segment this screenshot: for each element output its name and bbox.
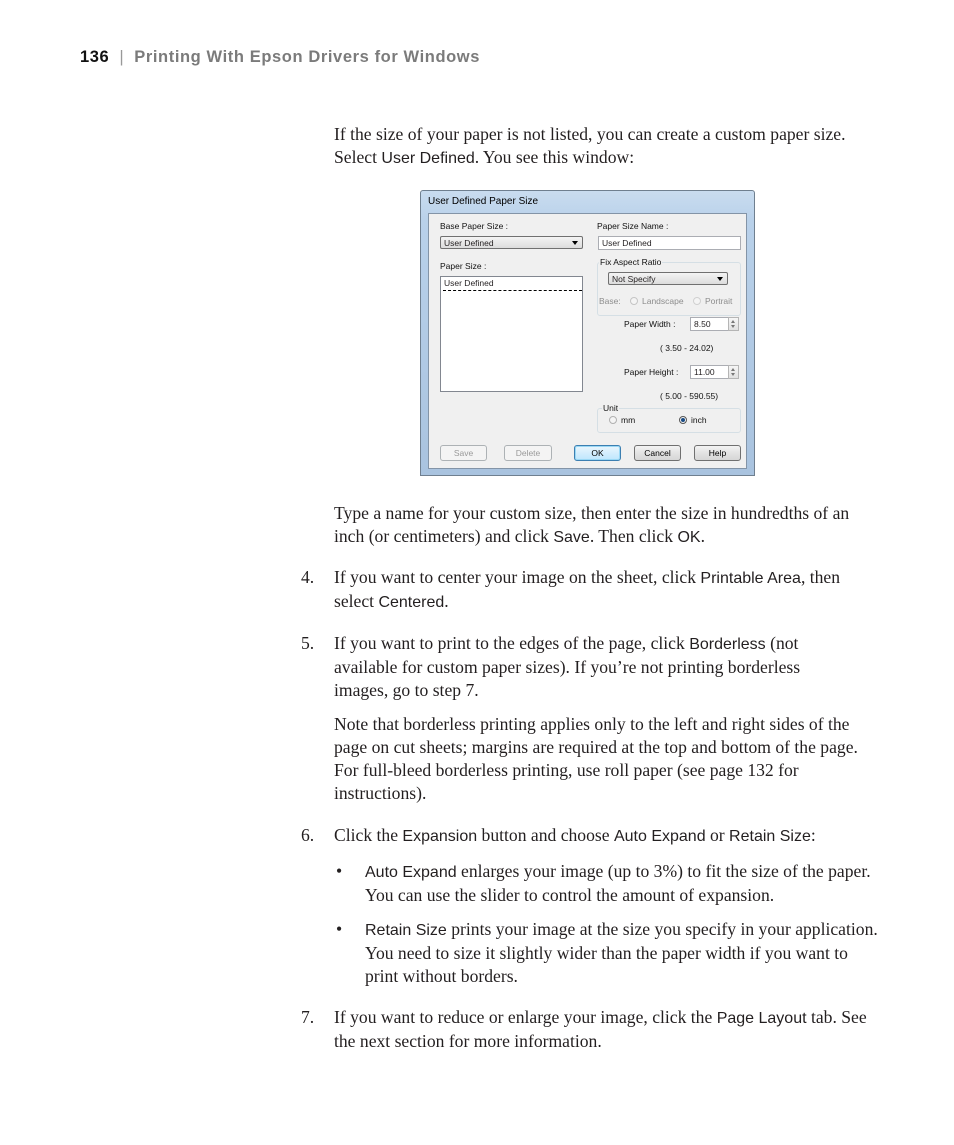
instructions-paragraph: Type a name for your custom size, then e… [334,502,879,549]
ui-term: OK [677,529,701,546]
step-number: 7. [301,1007,315,1027]
fix-aspect-ratio-dropdown[interactable]: Not Specify [608,272,728,285]
paper-height-label: Paper Height : [624,367,679,377]
ui-term: Printable Area [700,570,801,587]
paper-width-spinner[interactable] [728,317,739,331]
bullet-icon: • [336,919,343,939]
ui-term: User Defined [381,150,475,167]
paper-height-input[interactable]: 11.00 [690,365,730,379]
page-number: 136 [80,48,110,66]
ui-term: Retain Size [729,828,811,845]
help-button[interactable]: Help [694,445,741,461]
paper-height-spinner[interactable] [728,365,739,379]
portrait-label: Portrait [705,296,733,306]
chapter-title: Printing With Epson Drivers for Windows [134,48,481,66]
fix-aspect-ratio-label: Fix Aspect Ratio [599,257,663,267]
unit-mm-radio[interactable] [609,416,617,424]
landscape-label: Landscape [642,296,684,306]
paper-size-list-item[interactable]: User Defined [443,278,582,291]
dialog-title: User Defined Paper Size [428,196,539,207]
ui-term: Borderless [689,636,766,653]
arrow-down-icon [731,373,735,376]
body-text: . [444,591,449,611]
step-7-text: If you want to reduce or enlarge your im… [334,1006,884,1053]
intro-paragraph: If the size of your paper is not listed,… [334,123,879,170]
paper-size-label: Paper Size : [440,261,487,271]
paper-size-list[interactable]: User Defined [440,276,583,392]
chevron-down-icon [572,241,578,245]
arrow-up-icon [731,320,735,323]
intro-text: . You see this window: [474,147,635,167]
body-text: . Then click [589,526,678,546]
paper-height-range: ( 5.00 - 590.55) [660,391,719,401]
paper-width-input[interactable]: 8.50 [690,317,730,331]
paper-size-name-value: User Defined [602,238,652,248]
bullet-auto-expand: Auto Expand enlarges your image (up to 3… [365,860,880,907]
ui-term: Auto Expand [365,864,457,881]
unit-mm-label: mm [621,415,636,425]
unit-label: Unit [602,403,620,413]
chevron-down-icon [717,277,723,281]
header-separator: | [119,48,125,66]
unit-inch-label: inch [691,415,707,425]
ok-button[interactable]: OK [574,445,621,461]
body-text: or [705,825,730,845]
base-label: Base: [599,296,621,306]
bullet-retain-size: Retain Size prints your image at the siz… [365,918,880,988]
base-paper-size-dropdown[interactable]: User Defined [440,236,583,249]
cancel-button[interactable]: Cancel [634,445,681,461]
arrow-up-icon [731,368,735,371]
body-text: Click the [334,825,403,845]
landscape-radio[interactable] [630,297,638,305]
paper-width-value: 8.50 [694,319,711,329]
body-text: If you want to center your image on the … [334,567,701,587]
body-text: button and choose [477,825,614,845]
paper-width-label: Paper Width : [624,319,676,329]
ui-term: Page Layout [716,1010,807,1027]
fix-aspect-ratio-group [597,262,741,316]
arrow-down-icon [731,325,735,328]
paper-size-name-label: Paper Size Name : [597,221,669,231]
body-text: : [810,825,816,845]
step-6-text: Click the Expansion button and choose Au… [334,824,894,848]
portrait-radio[interactable] [693,297,701,305]
step-number: 5. [301,633,315,653]
body-text: If you want to print to the edges of the… [334,633,690,653]
ui-term: Save [553,529,590,546]
ui-term: Retain Size [365,922,447,939]
base-paper-size-value: User Defined [444,238,494,248]
ui-term: Auto Expand [613,828,706,845]
step-number: 6. [301,825,315,845]
paper-height-value: 11.00 [694,367,715,377]
step-4-text: If you want to center your image on the … [334,566,879,614]
delete-button[interactable]: Delete [504,445,552,461]
paper-width-range: ( 3.50 - 24.02) [660,343,714,353]
base-paper-size-label: Base Paper Size : [440,221,509,231]
step-number: 4. [301,567,315,587]
body-text: . [700,526,705,546]
body-text: If you want to reduce or enlarge your im… [334,1007,717,1027]
paper-size-name-input[interactable]: User Defined [598,236,741,250]
step-5-text: If you want to print to the edges of the… [334,632,854,702]
ui-term: Centered [378,594,445,611]
user-defined-paper-size-dialog: User Defined Paper Size Base Paper Size … [420,190,755,476]
ui-term: Expansion [402,828,478,845]
step-5-note: Note that borderless printing applies on… [334,714,858,803]
bullet-icon: • [336,861,343,881]
save-button[interactable]: Save [440,445,487,461]
fix-aspect-ratio-value: Not Specify [612,274,656,284]
dialog-client-area: Base Paper Size : User Defined Paper Siz… [428,213,747,469]
running-header: 136 | Printing With Epson Drivers for Wind… [80,48,480,67]
unit-inch-radio[interactable] [679,416,687,424]
